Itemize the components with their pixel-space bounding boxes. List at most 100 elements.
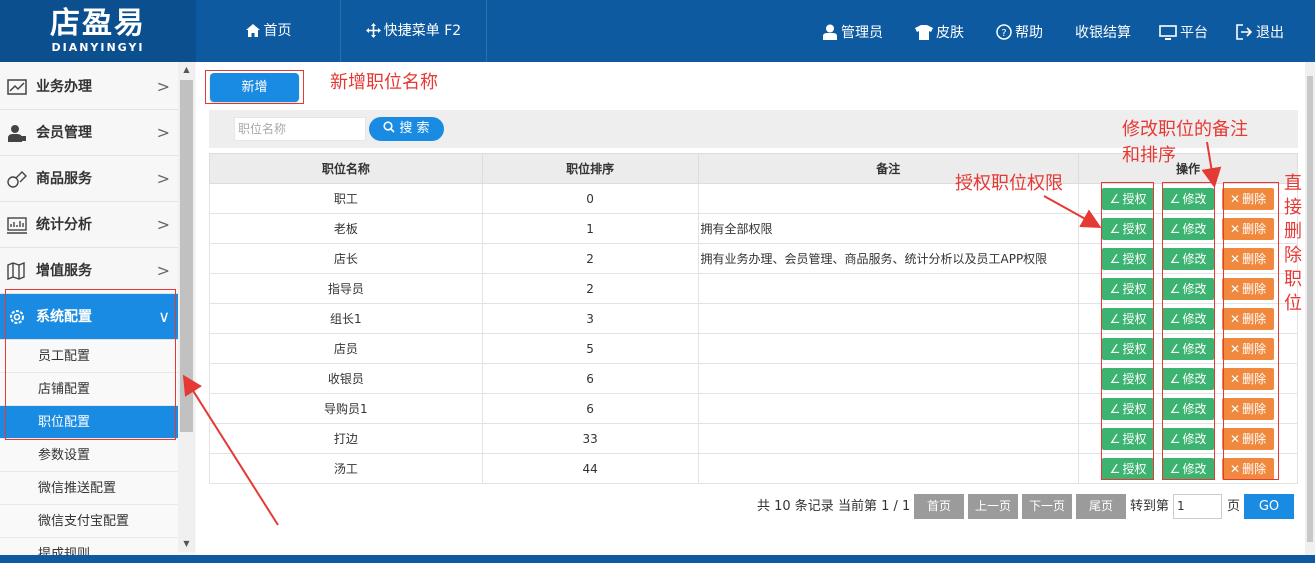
sidebar-item-members[interactable]: 会员管理 > [0,110,178,156]
chevron-right-icon: > [156,215,170,234]
annotation-edit: 修改职位的备注和排序 [1122,119,1248,166]
position-note-cell [697,423,1080,454]
position-order-cell: 6 [481,393,699,424]
sidebar-subitem-wechat-push[interactable]: 微信推送配置 [0,472,178,505]
position-name-cell: 组长1 [209,303,483,334]
shirt-icon [915,25,933,40]
brand-logo[interactable]: 店盈易 DIANYINGYI [0,0,196,62]
position-name-cell: 收银员 [209,363,483,394]
sidebar-item-business[interactable]: 业务办理 > [0,64,178,110]
position-name-cell: 职工 [209,183,483,214]
search-icon [383,121,395,133]
home-icon [245,24,260,37]
annotation-highlight-edit-column [1162,182,1215,480]
position-note-cell [697,393,1080,424]
chart-icon [7,79,27,95]
member-icon [8,125,26,142]
chevron-right-icon: > [156,123,170,142]
sidebar-subitem-commission[interactable]: 提成规则 [0,538,178,556]
search-button[interactable]: 搜 索 [369,117,444,141]
nav-shortcut-label: 快捷菜单 F2 [383,23,462,39]
position-order-cell: 44 [481,453,699,484]
position-order-cell: 3 [481,303,699,334]
column-header: 职位名称 [209,153,483,184]
chevron-right-icon: > [156,77,170,96]
pager-summary: 共 10 条记录 当前第 1 / 1 [757,499,911,514]
pager-prev-button[interactable]: 上一页 [968,494,1018,519]
sidebar-subitem-params[interactable]: 参数设置 [0,439,178,472]
position-order-cell: 2 [481,243,699,274]
sidebar-item-label: 商品服务 [36,171,92,187]
search-button-label: 搜 索 [399,121,430,136]
scroll-up-arrow-icon[interactable]: ▲ [178,62,195,78]
position-order-cell: 1 [481,213,699,244]
pager-goto-label: 转到第 [1130,499,1170,514]
nav-checkout-label: 收银结算 [1075,25,1131,41]
sidebar-subitem-payment[interactable]: 微信支付宝配置 [0,505,178,538]
nav-help-label: 帮助 [1015,25,1043,41]
nav-logout-label: 退出 [1256,25,1284,41]
position-name-cell: 店长 [209,243,483,274]
pager-next-button[interactable]: 下一页 [1022,494,1072,519]
stats-icon [7,217,27,234]
pager-last-button[interactable]: 尾页 [1076,494,1126,519]
position-note-cell: 拥有全部权限 [697,213,1080,244]
pager-first-button[interactable]: 首页 [914,494,964,519]
nav-home-label: 首页 [263,23,292,39]
position-note-cell [697,333,1080,364]
annotation-highlight-system-config [5,289,176,440]
goods-icon [7,171,27,188]
move-icon [365,23,381,38]
position-name-cell: 汤工 [209,453,483,484]
nav-platform[interactable]: 平台 [1159,0,1208,62]
scroll-down-arrow-icon[interactable]: ▼ [178,536,195,552]
sidebar-item-statistics[interactable]: 统计分析 > [0,202,178,248]
svg-text:?: ? [1001,28,1006,39]
sidebar-item-goods[interactable]: 商品服务 > [0,156,178,202]
nav-home[interactable]: 首页 [196,0,341,62]
position-name-cell: 老板 [209,213,483,244]
nav-skin[interactable]: 皮肤 [915,0,964,62]
sidebar-item-label: 会员管理 [36,125,92,141]
chevron-right-icon: > [156,261,170,280]
position-note-cell: 拥有业务办理、会员管理、商品服务、统计分析以及员工APP权限 [697,243,1080,274]
position-name-cell: 打边 [209,423,483,454]
brand-pinyin: DIANYINGYI [51,41,145,54]
annotation-highlight-auth-column [1101,182,1154,480]
position-order-cell: 33 [481,423,699,454]
annotation-delete: 直接删除职位 [1284,173,1302,314]
nav-checkout[interactable]: 收银结算 [1075,0,1131,62]
search-input[interactable]: 职位名称 [234,117,366,141]
nav-shortcut-menu[interactable]: 快捷菜单 F2 [341,0,487,62]
position-note-cell [697,363,1080,394]
position-order-cell: 2 [481,273,699,304]
map-icon [7,262,25,280]
sidebar-item-label: 统计分析 [36,217,92,233]
sidebar-item-value-added[interactable]: 增值服务 > [0,248,178,294]
nav-help[interactable]: ? 帮助 [996,0,1043,62]
help-icon: ? [996,24,1012,40]
monitor-icon [1159,25,1177,40]
sidebar-item-label: 增值服务 [36,263,92,279]
annotation-auth: 授权职位权限 [955,173,1063,194]
nav-admin[interactable]: 管理员 [822,0,883,62]
brand-name: 店盈易 [50,6,146,41]
position-note-cell [697,303,1080,334]
position-name-cell: 指导员 [209,273,483,304]
chevron-right-icon: > [156,169,170,188]
pager-go-button[interactable]: GO [1244,494,1294,519]
sidebar-scroll-thumb[interactable] [180,80,193,432]
add-button[interactable]: 新增 [210,73,299,102]
nav-logout[interactable]: 退出 [1236,0,1284,62]
sidebar-item-label: 业务办理 [36,79,92,95]
position-name-cell: 导购员1 [209,393,483,424]
annotation-add: 新增职位名称 [330,72,438,93]
logout-icon [1236,24,1253,40]
position-order-cell: 6 [481,363,699,394]
position-order-cell: 0 [481,183,699,214]
pager-page-suffix: 页 [1227,499,1241,514]
nav-admin-label: 管理员 [841,25,883,41]
page-scroll-thumb[interactable] [1307,76,1313,542]
pager-goto-input[interactable]: 1 [1173,494,1222,519]
position-name-cell: 店员 [209,333,483,364]
